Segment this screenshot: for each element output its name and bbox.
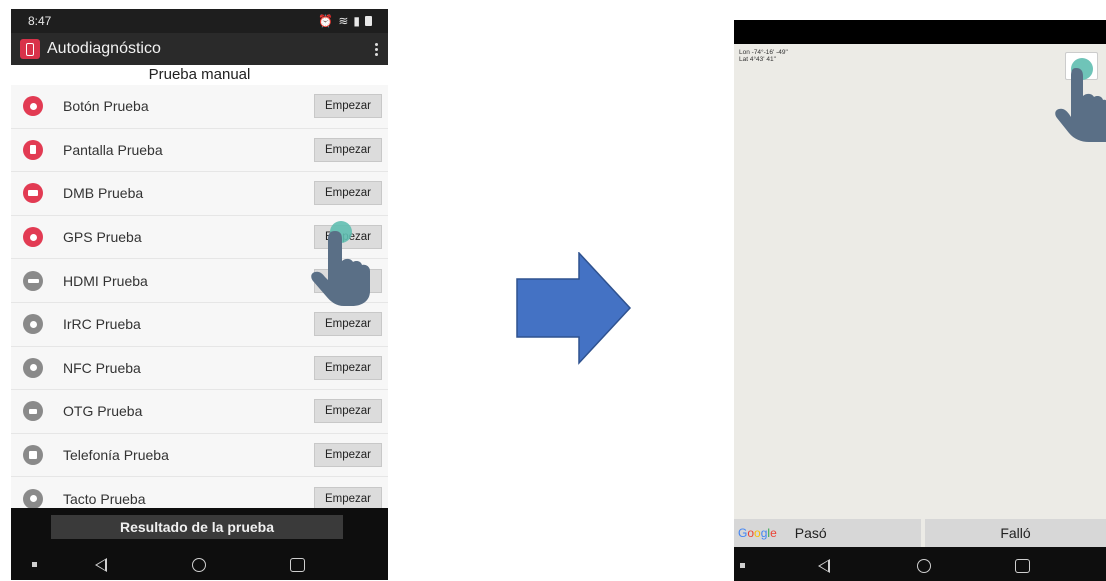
section-title: Prueba manual — [11, 65, 388, 85]
nav-bar — [11, 550, 388, 580]
pass-label: Pasó — [794, 525, 827, 541]
telephony-test-icon — [23, 445, 43, 466]
nav-dot-icon — [740, 563, 745, 568]
back-icon[interactable] — [818, 559, 830, 573]
pass-button[interactable]: Google Pasó — [734, 519, 921, 547]
button-test-icon — [23, 96, 43, 117]
nfc-test-icon — [23, 357, 43, 378]
status-bar: 8:47 ⏰ ≋ ▮ — [11, 9, 388, 33]
start-button-otg[interactable]: Empezar — [314, 399, 382, 424]
test-row-boton: Botón Prueba Empezar — [11, 85, 388, 129]
battery-icon — [365, 16, 372, 26]
wifi-icon: ≋ — [338, 14, 350, 28]
nav-dot-icon — [32, 562, 37, 567]
latitude-text: Lat 4°43' 41" — [739, 56, 776, 63]
start-button-telefonia[interactable]: Empezar — [314, 443, 382, 468]
start-button-pantalla[interactable]: Empezar — [314, 137, 382, 162]
back-icon[interactable] — [95, 558, 107, 572]
status-bar-black — [734, 20, 1106, 44]
test-row-dmb: DMB Prueba Empezar — [11, 172, 388, 216]
test-row-nfc: NFC Prueba Empezar — [11, 346, 388, 391]
app-logo-icon — [20, 39, 40, 59]
test-row-otg: OTG Prueba Empezar — [11, 390, 388, 434]
pass-fail-bar: Google Pasó Falló — [734, 519, 1106, 547]
test-label: NFC Prueba — [63, 359, 141, 376]
transition-arrow-icon — [516, 252, 632, 365]
app-title: Autodiagnóstico — [47, 40, 161, 57]
test-label: Tacto Prueba — [63, 490, 146, 507]
test-label: Telefonía Prueba — [63, 447, 169, 464]
screenshot-canvas: 8:47 ⏰ ≋ ▮ Autodiagnóstico Prueba manual… — [0, 0, 1106, 581]
test-label: IrRC Prueba — [63, 316, 141, 333]
app-bar: Autodiagnóstico — [11, 33, 388, 65]
test-row-telefonia: Telefonía Prueba Empezar — [11, 433, 388, 478]
test-label: Botón Prueba — [63, 98, 149, 115]
start-button-dmb[interactable]: Empezar — [314, 181, 382, 206]
nav-bar — [734, 547, 1106, 581]
status-time: 8:47 — [28, 14, 52, 28]
touch-test-icon — [23, 488, 43, 509]
screen-test-icon — [23, 139, 43, 160]
irrc-test-icon — [23, 314, 43, 335]
signal-icon: ▮ — [353, 14, 361, 28]
start-button-nfc[interactable]: Empezar — [314, 355, 382, 380]
kebab-menu-icon[interactable] — [375, 42, 378, 56]
test-row-irrc: IrRC Prueba Empezar — [11, 302, 388, 347]
home-icon[interactable] — [917, 559, 931, 573]
test-label: OTG Prueba — [63, 403, 143, 420]
longitude-text: Lon -74°-16' -49" — [739, 49, 788, 56]
test-label: Pantalla Prueba — [63, 141, 163, 158]
otg-test-icon — [23, 401, 43, 422]
test-row-pantalla: Pantalla Prueba Empezar — [11, 128, 388, 173]
dmb-test-icon — [23, 183, 43, 204]
gps-coordinates: Lon -74°-16' -49" Lat 4°43' 41" — [739, 49, 788, 63]
google-logo: Google — [738, 526, 777, 540]
gps-test-icon — [23, 227, 43, 248]
recent-apps-icon[interactable] — [1015, 559, 1030, 573]
test-label: GPS Prueba — [63, 229, 142, 246]
test-label: DMB Prueba — [63, 185, 144, 202]
bottom-bar: Resultado de la prueba — [11, 508, 388, 580]
status-icons: ⏰ ≋ ▮ — [318, 14, 372, 28]
home-icon[interactable] — [192, 558, 206, 572]
test-label: HDMI Prueba — [63, 272, 148, 289]
right-phone-screen: Lon -74°-16' -49" Lat 4°43' 41" Google P… — [734, 20, 1106, 581]
alarm-icon: ⏰ — [318, 14, 335, 28]
result-button[interactable]: Resultado de la prueba — [51, 515, 343, 539]
start-button-irrc[interactable]: Empezar — [314, 312, 382, 337]
recent-apps-icon[interactable] — [290, 558, 305, 572]
hdmi-test-icon — [23, 270, 43, 291]
left-phone-screen: 8:47 ⏰ ≋ ▮ Autodiagnóstico Prueba manual… — [11, 9, 388, 580]
start-button-boton[interactable]: Empezar — [314, 94, 382, 119]
fail-button[interactable]: Falló — [925, 519, 1106, 547]
